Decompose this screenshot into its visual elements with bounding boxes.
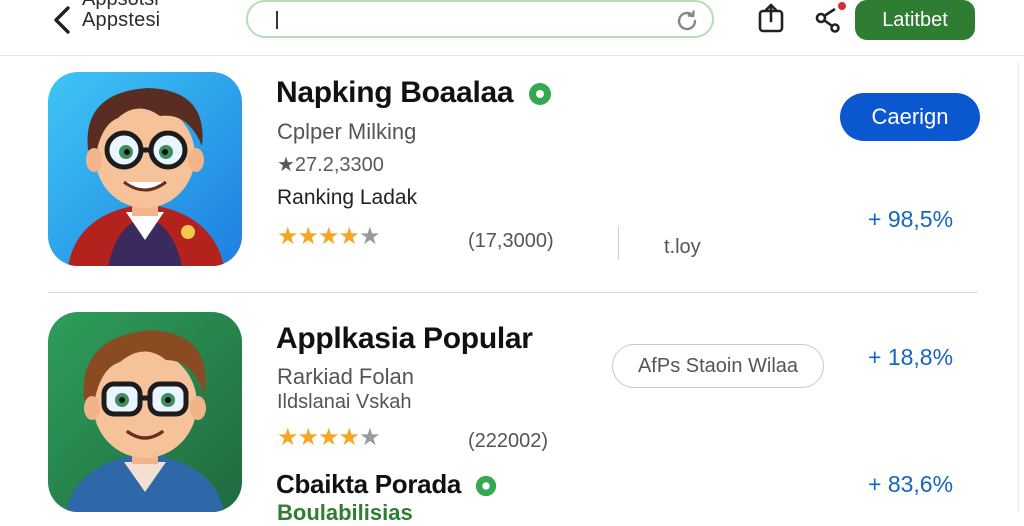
back-arrow-icon[interactable] bbox=[46, 2, 78, 38]
refresh-icon[interactable] bbox=[674, 8, 700, 34]
app-icon-1[interactable] bbox=[48, 72, 242, 266]
app-icon-2[interactable] bbox=[48, 312, 242, 512]
app-category-1: Ranking Ladak bbox=[277, 186, 418, 209]
change-percent-1: + 98,5% bbox=[868, 206, 954, 232]
row-divider bbox=[48, 292, 978, 293]
cartoon-avatar-glasses bbox=[48, 72, 242, 266]
change-percent-3: + 83,6% bbox=[868, 471, 954, 497]
category-chip[interactable]: AfPs Staoin Wilaa bbox=[612, 344, 824, 388]
app-subtitle-2: Ildslanai Vskah bbox=[277, 391, 412, 413]
top-action-button[interactable]: Latitbet bbox=[855, 0, 975, 40]
app-title: Appstesi bbox=[82, 9, 161, 31]
app-name-2[interactable]: Applkasia Popular bbox=[276, 322, 533, 356]
app-extra-1: t.loy bbox=[664, 236, 701, 258]
text-cursor bbox=[276, 11, 278, 29]
review-count-1: (17,3000) bbox=[468, 230, 554, 252]
verified-badge-icon bbox=[529, 83, 552, 106]
app-developer-1: Cplper Milking bbox=[277, 119, 417, 144]
share-icon[interactable] bbox=[757, 2, 785, 34]
divider bbox=[618, 226, 619, 260]
app-subtitle-3-cut: Boulabilisias bbox=[277, 500, 413, 525]
cartoon-avatar-glasses bbox=[48, 312, 242, 512]
scrollbar-track[interactable] bbox=[1018, 62, 1024, 512]
top-app-bar: Appsotsi Appstesi Latitbet bbox=[0, 0, 1024, 56]
app-name-text: Napking Boaalaa bbox=[276, 76, 514, 109]
app-developer-2: Rarkiad Folan bbox=[277, 364, 414, 389]
network-share-icon[interactable] bbox=[815, 2, 849, 34]
change-percent-2: + 18,8% bbox=[868, 344, 954, 370]
star-rating-2: ★★★★★ bbox=[277, 424, 381, 451]
review-count-2: (222002) bbox=[468, 430, 549, 452]
star-rating-1: ★★★★★ bbox=[277, 223, 381, 250]
app-name-text: Cbaikta Porada bbox=[276, 469, 462, 499]
app-rating-line-1: ★27.2,3300 bbox=[277, 154, 384, 176]
app-name-3[interactable]: Cbaikta Porada bbox=[276, 469, 498, 500]
install-button[interactable]: Caerign bbox=[840, 93, 980, 141]
search-input[interactable] bbox=[246, 0, 714, 38]
verified-badge-icon bbox=[475, 475, 497, 497]
app-name-1[interactable]: Napking Boaalaa bbox=[276, 76, 553, 110]
